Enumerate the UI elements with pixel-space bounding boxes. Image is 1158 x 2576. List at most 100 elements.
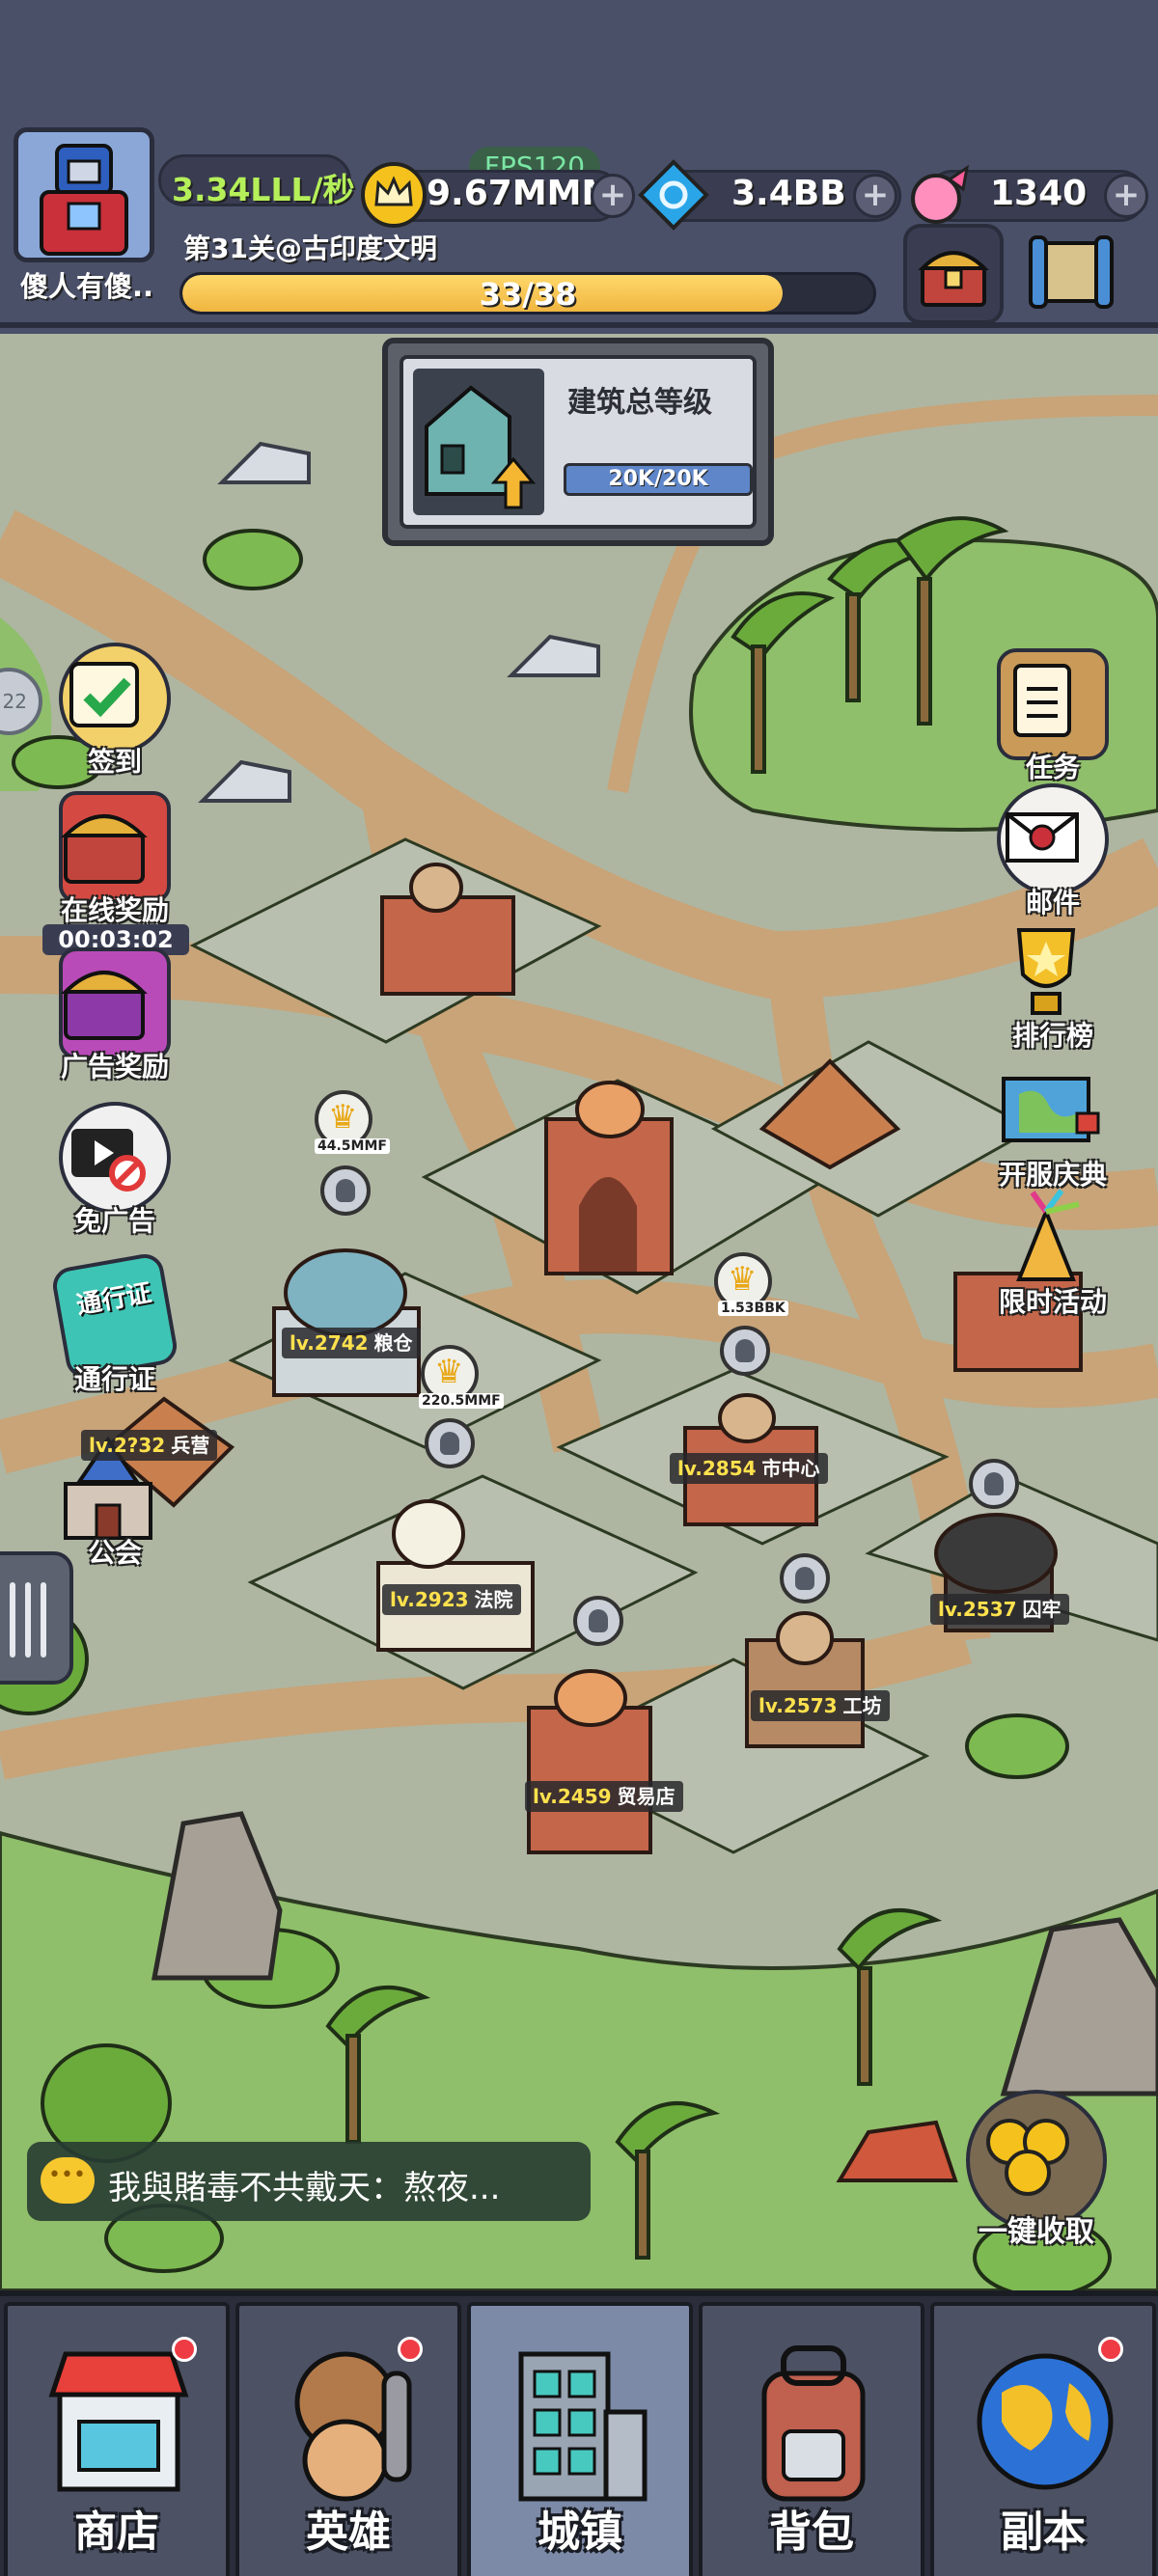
- nav-heroes-label: 英雄: [306, 2507, 391, 2557]
- building-name: 兵营: [171, 1434, 210, 1457]
- nav-town[interactable]: 城镇: [467, 2302, 693, 2576]
- chat-message: 我與賭毒不共戴天：熬夜...: [108, 2169, 501, 2207]
- house-upgrade-icon: [413, 369, 544, 515]
- nav-backpack[interactable]: 背包: [699, 2302, 924, 2576]
- treasure-chest-icon: [918, 251, 989, 307]
- world-map-icon: [997, 1055, 1109, 1167]
- crown-value: 220.5MMF: [419, 1393, 504, 1409]
- ad-reward-button[interactable]: 广告奖励: [52, 947, 178, 1084]
- player-avatar[interactable]: [14, 127, 154, 262]
- building-level: lv.2537: [938, 1598, 1017, 1621]
- no-ads-icon: [59, 1102, 171, 1214]
- envelope-icon: [997, 783, 1109, 895]
- building-name: 粮仓: [373, 1331, 413, 1355]
- blue-gem-icon: [638, 159, 709, 231]
- town-map[interactable]: 建筑总等级 20K/20K 22 签到 在线奖励 00:03:02 广告奖励 免…: [0, 334, 1158, 2290]
- tasks-label: 任务: [1025, 752, 1080, 783]
- chat-preview[interactable]: 我與賭毒不共戴天：熬夜...: [27, 2142, 591, 2221]
- building-tag-court[interactable]: lv.2923 法院: [382, 1584, 521, 1615]
- building-level: lv.2459: [533, 1785, 612, 1808]
- building-name: 法院: [474, 1588, 513, 1611]
- building-level: lv.2854: [677, 1457, 757, 1480]
- mail-label: 邮件: [1025, 887, 1080, 918]
- building-name: 工坊: [842, 1694, 882, 1717]
- building-tag-prison[interactable]: lv.2537 囚牢: [930, 1594, 1069, 1625]
- hero-bubble[interactable]: [320, 1165, 371, 1216]
- backpack-icon: [761, 2345, 866, 2502]
- trophy-icon: [997, 917, 1109, 1028]
- building-name: 市中心: [761, 1457, 820, 1480]
- building-tag-workshop[interactable]: lv.2573 工坊: [751, 1690, 890, 1721]
- gem-plus-button[interactable]: +: [853, 174, 897, 218]
- clipboard-icon: [997, 648, 1109, 760]
- collect-all-label: 一键收取: [979, 2215, 1094, 2249]
- collect-all-button[interactable]: 一键收取: [961, 2090, 1112, 2250]
- caveman-hero-icon: [294, 2351, 412, 2502]
- nav-shop-label: 商店: [74, 2507, 159, 2557]
- gold-plus-button[interactable]: +: [591, 174, 635, 218]
- limited-event-label: 限时活动: [998, 1286, 1107, 1318]
- ad-reward-label: 广告奖励: [60, 1051, 169, 1082]
- no-ads-button[interactable]: 免广告: [52, 1102, 178, 1239]
- building-level-panel-inner: 建筑总等级 20K/20K: [400, 355, 757, 529]
- stage-label: 第31关@古印度文明: [183, 233, 437, 264]
- opening-celebration-button[interactable]: 开服庆典: [990, 1055, 1116, 1192]
- leaderboard-button[interactable]: 排行榜: [990, 917, 1116, 1054]
- sign-in-button[interactable]: 签到: [52, 643, 178, 780]
- building-level: lv.2573: [758, 1694, 838, 1717]
- nav-shop[interactable]: 商店: [4, 2302, 230, 2576]
- income-rate: 3.34LLL/秒: [172, 171, 355, 208]
- nav-heroes[interactable]: 英雄: [235, 2302, 461, 2576]
- hero-bubble[interactable]: [969, 1459, 1019, 1509]
- nav-backpack-label: 背包: [769, 2507, 854, 2557]
- nav-dungeon-label: 副本: [1001, 2507, 1086, 2557]
- hero-bubble[interactable]: [425, 1418, 475, 1468]
- nav-dungeon[interactable]: 副本: [930, 2302, 1156, 2576]
- online-reward-label: 在线奖励: [60, 894, 169, 926]
- map-scroll-button[interactable]: [1021, 224, 1121, 324]
- party-popper-icon: [997, 1183, 1109, 1295]
- nav-town-label: 城镇: [538, 2507, 622, 2557]
- shop-icon: [48, 2351, 189, 2492]
- treasure-chest-button[interactable]: [903, 224, 1004, 324]
- online-reward-button[interactable]: 在线奖励: [52, 791, 178, 928]
- battle-pass-button[interactable]: 通行证 通行证: [49, 1250, 180, 1397]
- no-ads-label: 免广告: [73, 1205, 155, 1237]
- candy-icon: [911, 164, 970, 224]
- building-level: lv.2?32: [89, 1434, 166, 1457]
- sign-in-label: 签到: [87, 746, 142, 778]
- building-tag-trade-shop[interactable]: lv.2459 贸易店: [525, 1781, 683, 1812]
- treasure-chest-icon: [59, 791, 171, 903]
- buildings-icon: [518, 2351, 648, 2502]
- building-tag-city-center[interactable]: lv.2854 市中心: [670, 1453, 828, 1484]
- building-name: 贸易店: [617, 1785, 676, 1808]
- gift-chest-icon: [59, 947, 171, 1059]
- gem-amount: 3.4BB: [731, 174, 846, 213]
- building-level-panel[interactable]: 建筑总等级 20K/20K: [382, 338, 774, 546]
- candy-amount: 1340: [990, 174, 1088, 213]
- player-name: 傻人有傻..: [19, 270, 154, 303]
- hero-bubble[interactable]: [720, 1326, 770, 1376]
- heroes-badge: [398, 2337, 423, 2362]
- pass-card-text: 通行证: [73, 1278, 154, 1321]
- building-level: lv.2742: [290, 1331, 369, 1355]
- stage-progress-bar: 33/38: [179, 272, 876, 315]
- crown-value: 44.5MMF: [315, 1138, 390, 1154]
- hero-bubble[interactable]: [780, 1553, 830, 1603]
- chat-bubble-icon: [41, 2157, 95, 2204]
- building-level-title: 建筑总等级: [567, 386, 712, 420]
- building-tag-barracks[interactable]: lv.2?32 兵营: [81, 1430, 218, 1461]
- hero-bubble[interactable]: [573, 1596, 623, 1646]
- building-tag-granary[interactable]: lv.2742 粮仓: [282, 1328, 421, 1358]
- tasks-button[interactable]: 任务: [990, 648, 1116, 785]
- dungeon-badge: [1098, 2337, 1123, 2362]
- limited-event-button[interactable]: 限时活动: [990, 1183, 1116, 1320]
- shop-badge: [172, 2337, 197, 2362]
- crown-value: 1.53BBK: [718, 1301, 788, 1316]
- bottom-nav: 商店 英雄 城镇 背包 副本: [0, 2290, 1158, 2576]
- side-drawer-handle[interactable]: [0, 1551, 73, 1685]
- gold-amount: 9.67MMM: [427, 174, 617, 213]
- mail-button[interactable]: 邮件: [990, 783, 1116, 920]
- candy-plus-button[interactable]: +: [1104, 174, 1148, 218]
- leaderboard-label: 排行榜: [1011, 1020, 1093, 1052]
